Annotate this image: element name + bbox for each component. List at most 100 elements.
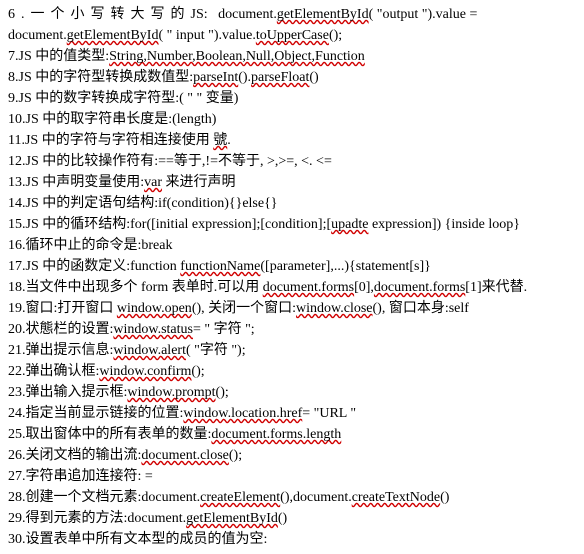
line-25: 25.取出窗体中的所有表单的数量:document.forms.length	[8, 424, 576, 445]
t: ()	[440, 490, 449, 505]
t: (),document.	[280, 490, 352, 505]
t: ( "字符 ");	[186, 343, 246, 358]
t: 29.得到元素的方法:document.	[8, 511, 186, 526]
t: 8.JS 中的字符型转换成数值型:	[8, 70, 193, 85]
line-10: 10.JS 中的取字符串长度是:(length)	[8, 109, 576, 130]
t: ([parameter],...){statement[s]}	[260, 259, 430, 274]
t: (), 关闭一个窗口:	[192, 301, 296, 316]
t: 號	[213, 133, 227, 148]
t: 19.窗口:打开窗口	[8, 301, 117, 316]
line-26: 26.关闭文档的输出流:document.close();	[8, 445, 576, 466]
t: 9.JS 中的数字转换成字符型:( " " 变量)	[8, 91, 238, 106]
line-6b: document.getElementById( " input ").valu…	[8, 25, 576, 46]
t: 7.JS 中的值类型:	[8, 49, 109, 64]
t: ();	[329, 28, 342, 43]
t: toUpperCase	[256, 28, 329, 43]
t: ();	[216, 385, 229, 400]
line-7: 7.JS 中的值类型:String,Number,Boolean,Null,Ob…	[8, 46, 576, 67]
line-8: 8.JS 中的字符型转换成数值型:parseInt().parseFloat()	[8, 67, 576, 88]
t: 23.弹出输入提示框:	[8, 385, 127, 400]
t: ()	[278, 511, 287, 526]
line-21: 21.弹出提示信息:window.alert( "字符 ");	[8, 340, 576, 361]
line-24: 24.指定当前显示链接的位置:window.location.href= "UR…	[8, 403, 576, 424]
t: document.	[8, 28, 67, 43]
t: 17.JS 中的函数定义:function	[8, 259, 180, 274]
t: ( " input ").value.	[158, 28, 255, 43]
line-20: 20.状態栏的设置:window.status= " 字符 ";	[8, 319, 576, 340]
line-27: 27.字符串追加连接符: =	[8, 466, 576, 487]
line-6a: 6.一个小写转大写的JS: document.getElementById( "…	[8, 4, 576, 25]
line-28: 28.创建一个文档元素:document.createElement(),doc…	[8, 487, 576, 508]
t: JS:	[191, 7, 208, 22]
t: 11.JS 中的字符与字符相连接使用	[8, 133, 213, 148]
t: window.close	[296, 301, 372, 316]
t: 14.JS 中的判定语句结构:if(condition){}else{}	[8, 196, 278, 211]
line-13: 13.JS 中声明变量使用:var 来进行声明	[8, 172, 576, 193]
line-16: 16.循环中止的命令是:break	[8, 235, 576, 256]
t: document.close	[141, 448, 228, 463]
line-15: 15.JS 中的循环结构:for([initial expression];[c…	[8, 214, 576, 235]
t: 16.循环中止的命令是:break	[8, 238, 172, 253]
t: String,Number,Boolean,Null,Object,Functi…	[109, 49, 365, 64]
line-17: 17.JS 中的函数定义:function functionName([para…	[8, 256, 576, 277]
line-12: 12.JS 中的比较操作符有:==等于,!=不等于, >,>=, <. <=	[8, 151, 576, 172]
t: 20.状態栏的设置:	[8, 322, 113, 337]
t: expression]) {inside loop}	[368, 217, 519, 232]
t: 10.JS 中的取字符串长度是:(length)	[8, 112, 216, 127]
line-18: 18.当文件中出现多个 form 表单时.可以用 document.forms[…	[8, 277, 576, 298]
t: getElementById	[67, 28, 159, 43]
t: document.forms.length	[211, 427, 341, 442]
t: ();	[191, 364, 204, 379]
t: getElementById	[186, 511, 278, 526]
t: ().	[238, 70, 251, 85]
t: 25.取出窗体中的所有表单的数量:	[8, 427, 211, 442]
line-22: 22.弹出确认框:window.confirm();	[8, 361, 576, 382]
t: window.prompt	[127, 385, 215, 400]
line-29: 29.得到元素的方法:document.getElementById()	[8, 508, 576, 529]
t: 13.JS 中声明变量使用:	[8, 175, 144, 190]
t: 一个小写转大写的	[31, 7, 191, 22]
t: = " 字符 ";	[193, 322, 255, 337]
t: = "URL "	[302, 406, 356, 421]
t: 15.JS 中的循环结构:for([initial expression];[c…	[8, 217, 331, 232]
t: window.location.href	[183, 406, 302, 421]
t: window.status	[113, 322, 193, 337]
t: 28.创建一个文档元素:document.	[8, 490, 200, 505]
t: document.forms	[263, 280, 354, 295]
t: parseInt	[193, 70, 238, 85]
t: 12.JS 中的比较操作符有:==等于,!=不等于, >,>=, <. <=	[8, 154, 332, 169]
line-23: 23.弹出输入提示框:window.prompt();	[8, 382, 576, 403]
t: [1]来代替.	[465, 280, 527, 295]
t: 22.弹出确认框:	[8, 364, 99, 379]
t: 26.关闭文档的输出流:	[8, 448, 141, 463]
t: 21.弹出提示信息:	[8, 343, 113, 358]
t: [0],	[354, 280, 374, 295]
t: var	[144, 175, 162, 190]
t: ( "output ").value =	[369, 7, 478, 22]
t: ()	[309, 70, 318, 85]
line-9: 9.JS 中的数字转换成字符型:( " " 变量)	[8, 88, 576, 109]
line-19: 19.窗口:打开窗口 window.open(), 关闭一个窗口:window.…	[8, 298, 576, 319]
t: ();	[229, 448, 242, 463]
t: document.	[218, 7, 277, 22]
line-14: 14.JS 中的判定语句结构:if(condition){}else{}	[8, 193, 576, 214]
t: document.forms	[374, 280, 465, 295]
t: createElement	[200, 490, 280, 505]
t: upadte	[331, 217, 368, 232]
t: 18.当文件中出现多个 form 表单时.可以用	[8, 280, 263, 295]
t: .	[227, 133, 231, 148]
t: 6.	[8, 7, 31, 22]
t: functionName	[180, 259, 260, 274]
t: (), 窗口本身:self	[373, 301, 469, 316]
t: 30.设置表单中所有文本型的成员的值为空:	[8, 532, 267, 547]
t: 来进行声明	[162, 175, 236, 190]
t: parseFloat	[251, 70, 309, 85]
line-11: 11.JS 中的字符与字符相连接使用 號.	[8, 130, 576, 151]
t: createTextNode	[352, 490, 440, 505]
t: window.open	[117, 301, 192, 316]
t: 27.字符串追加连接符: =	[8, 469, 153, 484]
t: window.confirm	[99, 364, 191, 379]
t: 24.指定当前显示链接的位置:	[8, 406, 183, 421]
line-30: 30.设置表单中所有文本型的成员的值为空:	[8, 529, 576, 550]
t: window.alert	[113, 343, 186, 358]
